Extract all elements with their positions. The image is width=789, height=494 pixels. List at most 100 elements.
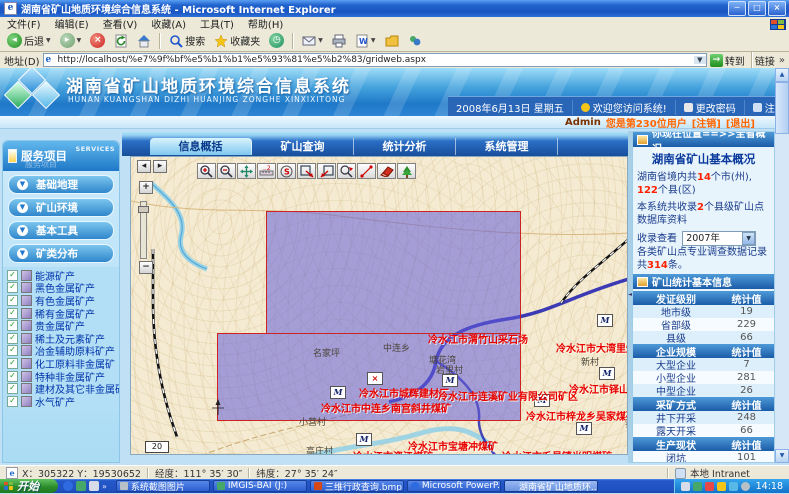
pan-right-button[interactable]: ▸	[153, 160, 167, 173]
menu-item[interactable]: 帮助(H)	[241, 16, 290, 31]
module-tab[interactable]: 信息概括	[150, 138, 252, 155]
menu-item[interactable]: 查看(V)	[96, 16, 145, 31]
taskbar-task-button[interactable]: 湖南省矿山地质环...	[504, 480, 598, 492]
legend-tree-tool[interactable]	[397, 163, 416, 179]
menu-item[interactable]: 工具(T)	[193, 16, 241, 31]
menu-item[interactable]: 收藏(A)	[144, 16, 193, 31]
quick-ie-icon[interactable]	[63, 481, 73, 491]
scroll-up-icon[interactable]: ▲	[775, 68, 789, 82]
taskbar-task-button[interactable]: 三维行政查询.bmp...	[310, 480, 404, 492]
home-button[interactable]	[134, 33, 154, 49]
mine-name-label[interactable]: 冷水江市城辉建材厂	[359, 385, 449, 400]
mine-name-label[interactable]: 冷水江市资江煤矿	[353, 448, 433, 455]
eraser-tool[interactable]	[377, 163, 396, 179]
page-scrollbar[interactable]: ▲ ▼	[775, 68, 789, 463]
module-tab[interactable]: 矿山查询	[252, 138, 354, 155]
favorites-button[interactable]: 收藏夹	[211, 32, 263, 49]
measure-tool[interactable]: ..2	[257, 163, 276, 179]
identify-tool[interactable]	[337, 163, 356, 179]
tray-antivirus-icon[interactable]	[693, 482, 702, 491]
mine-name-label[interactable]: 冷水江市梓龙乡吴家煤矿	[526, 408, 628, 423]
taskbar-task-button[interactable]: 系统截图图片	[116, 480, 210, 492]
stats-row[interactable]: 采矿方式 统计值	[633, 397, 774, 411]
address-input[interactable]: e http://localhost/%e7%9f%bf%e5%b1%b1%e5…	[43, 53, 707, 67]
mine-marker-m[interactable]: M	[597, 314, 613, 327]
quick-desktop-icon[interactable]	[76, 481, 86, 491]
mine-marker-m[interactable]: M	[576, 422, 592, 435]
minimize-button[interactable]: ─	[728, 1, 746, 16]
print-button[interactable]	[329, 33, 349, 49]
stats-row[interactable]: 发证级别 统计值	[633, 291, 774, 305]
move-rect-tool[interactable]	[317, 163, 336, 179]
draw-line-tool[interactable]	[357, 163, 376, 179]
address-dropdown-icon[interactable]: ▼	[694, 56, 706, 64]
checkbox-checked-icon[interactable]: ✓	[7, 383, 18, 394]
zoom-in-tool[interactable]	[197, 163, 216, 179]
stats-row[interactable]: 生产现状 统计值	[633, 437, 774, 451]
pan-tool[interactable]	[237, 163, 256, 179]
stats-row[interactable]: 企业规模 统计值	[633, 344, 774, 358]
links-label[interactable]: 链接	[755, 53, 775, 68]
tray-printer-icon[interactable]	[681, 482, 690, 491]
zoom-plus-button[interactable]: +	[139, 181, 153, 194]
quick-mail-icon[interactable]	[89, 481, 99, 491]
taskbar-task-button[interactable]: Microsoft PowerP...	[407, 480, 501, 492]
logout-text-link[interactable]: [注销]	[692, 115, 721, 130]
close-button[interactable]: ×	[768, 1, 786, 16]
mine-name-label[interactable]: 冷水江市铎山镇富民煤矿	[569, 381, 628, 396]
checkbox-checked-icon[interactable]: ✓	[7, 308, 18, 319]
checkbox-checked-icon[interactable]: ✓	[7, 345, 18, 356]
select-rect-tool[interactable]	[297, 163, 316, 179]
mine-name-label[interactable]: 冷水江市连溪矿业有限公司矿区	[438, 388, 578, 403]
refresh-button[interactable]	[111, 33, 131, 49]
tray-network-icon[interactable]	[729, 482, 738, 491]
zoom-out-tool[interactable]	[217, 163, 236, 179]
menu-item[interactable]: 文件(F)	[0, 16, 48, 31]
taskbar-task-button[interactable]: IMGIS-BAI (J:)	[213, 480, 307, 492]
sidebar-section-button[interactable]: ▼ 矿类分布	[8, 244, 114, 263]
search-button[interactable]: 搜索	[166, 32, 208, 49]
gis-map-viewport[interactable]: MMMMMMMMMMMMMMM × S 名家坪中连乡塘花湾岩里村新村毛坪村大湾里…	[130, 156, 628, 455]
stats-row[interactable]: 中型企业 26	[633, 384, 774, 397]
window-titlebar[interactable]: e 湖南省矿山地质环境综合信息系统 - Microsoft Internet E…	[0, 0, 789, 17]
map-selection-rectangle[interactable]	[266, 211, 521, 334]
mail-button[interactable]: ▼	[299, 33, 326, 49]
mine-name-label[interactable]: 冷水江市中连乡南宫斜井煤矿	[321, 400, 451, 415]
edit-button[interactable]: W ▼	[352, 33, 379, 49]
links-more-icon[interactable]: »	[779, 55, 785, 66]
layer-item[interactable]: ✓ 水气矿产	[7, 395, 119, 408]
sidebar-section-button[interactable]: ▼ 基本工具	[8, 221, 114, 240]
checkbox-checked-icon[interactable]: ✓	[7, 295, 18, 306]
messenger-button[interactable]	[405, 33, 425, 49]
back-button[interactable]: ◂ 后退▼	[4, 32, 54, 49]
zoom-slider[interactable]	[140, 201, 147, 259]
mine-name-label[interactable]: 冷水江市渭竹山采石场	[428, 331, 528, 346]
pan-left-button[interactable]: ◂	[137, 160, 151, 173]
mine-name-label[interactable]: 冷水江市大湾里煤矿	[556, 340, 628, 355]
change-password-link[interactable]: 更改密码	[676, 100, 745, 115]
mine-name-label[interactable]: 冷水江市毛易镇光明煤矿	[502, 448, 612, 455]
chevron-down-icon[interactable]: ▼	[742, 232, 755, 245]
stats-row[interactable]: 露天开采 66	[633, 424, 774, 437]
mine-marker-m[interactable]: M	[330, 386, 346, 399]
history-button[interactable]: ◷	[266, 32, 287, 49]
start-button[interactable]: 开始	[0, 479, 58, 493]
checkbox-checked-icon[interactable]: ✓	[7, 358, 18, 369]
quick-launch-more-icon[interactable]: »	[102, 482, 107, 491]
stats-row[interactable]: 闭坑 101	[633, 451, 774, 463]
tray-update-icon[interactable]	[717, 482, 726, 491]
year-select[interactable]: 2007年 ▼	[682, 231, 756, 246]
folders-button[interactable]	[382, 33, 402, 49]
mine-marker-x[interactable]: ×	[367, 372, 383, 385]
go-button[interactable]: → 转到	[710, 53, 745, 68]
zoom-minus-button[interactable]: −	[139, 261, 153, 274]
stats-row[interactable]: 县级 66	[633, 331, 774, 344]
mine-marker-m[interactable]: M	[599, 367, 615, 380]
sidebar-section-button[interactable]: ▼ 基础地理	[8, 175, 114, 194]
zoom-slider-thumb[interactable]	[138, 206, 149, 213]
checkbox-checked-icon[interactable]: ✓	[7, 320, 18, 331]
module-tab[interactable]: 系统管理	[456, 138, 558, 155]
tray-alert-icon[interactable]	[705, 482, 714, 491]
exit-text-link[interactable]: [退出]	[726, 115, 755, 130]
mine-marker-m[interactable]: M	[356, 433, 372, 446]
